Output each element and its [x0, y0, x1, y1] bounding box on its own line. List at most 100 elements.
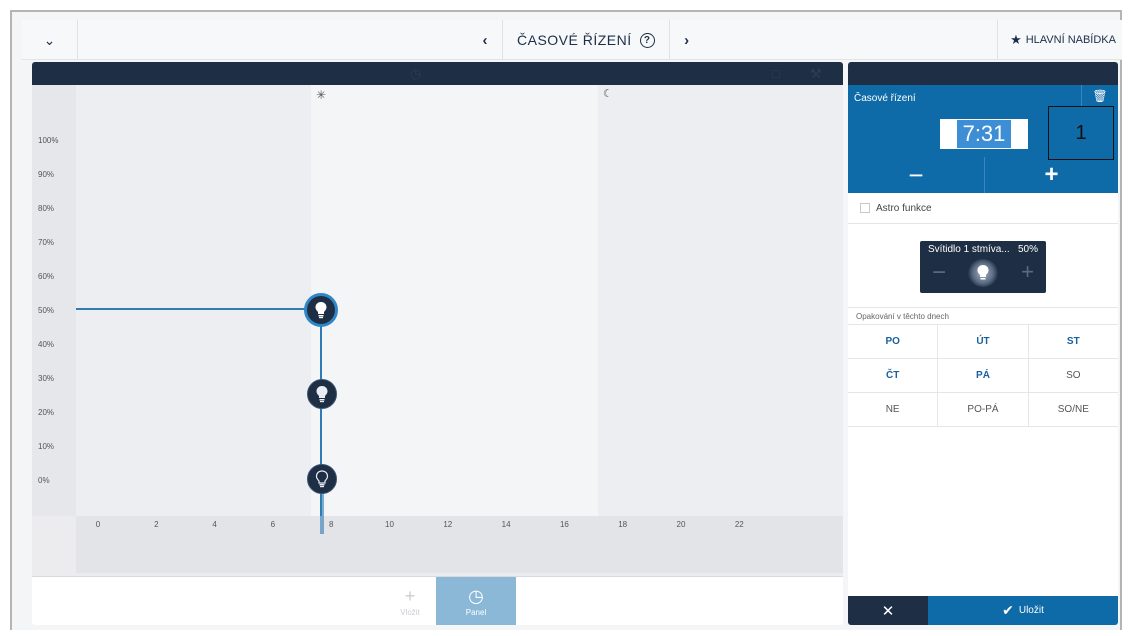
day-row: PO ÚT ST	[848, 325, 1118, 359]
chart-point[interactable]	[307, 379, 337, 409]
wrench-icon[interactable]: ⚒	[810, 66, 822, 82]
x-tick-label: 14	[501, 520, 511, 529]
schedule-chart-panel: ◷ □ ⚒ ✳ ☾ 10 0% 90% 80% 70% 60% 50% 40% 30% 20% 10…	[32, 62, 843, 625]
y-axis-column	[32, 85, 76, 516]
time-input[interactable]: 7:31	[940, 119, 1028, 149]
time-section: Časové řízení 🗑 7:31 1 − +	[848, 85, 1118, 193]
y-tick-label: 20%	[38, 408, 55, 417]
divider	[848, 307, 1118, 308]
x-axis-strip	[76, 516, 843, 573]
x-tick-label: 6	[270, 520, 276, 529]
astro-checkbox[interactable]	[860, 203, 870, 213]
save-button-label: Uložit	[1018, 605, 1044, 616]
timer-icon: ◷	[410, 66, 422, 81]
day-selector: PO ÚT ST ČT PÁ SO NE PO-PÁ SO/NE	[848, 324, 1118, 427]
prev-button[interactable]: ‹	[468, 20, 502, 60]
checkmark-icon: ✔	[1002, 602, 1014, 618]
x-tick-label: 4	[212, 520, 217, 529]
day-toggle[interactable]: PO	[848, 325, 939, 358]
chart-panel-footer: + Vložit ◷ Panel	[32, 576, 843, 625]
help-circle-icon[interactable]: ?	[639, 32, 655, 48]
dropdown-button[interactable]: ⌄	[22, 20, 78, 60]
time-increase-button[interactable]: +	[984, 157, 1118, 193]
y-tick-label: 10%	[38, 442, 55, 451]
sun-icon: ✳	[316, 88, 327, 102]
day-toggle[interactable]: NE	[848, 393, 939, 426]
annotation-number: 1	[1075, 121, 1087, 144]
chevron-down-icon: ⌄	[43, 31, 56, 48]
y-tick-label: 60%	[38, 272, 55, 281]
chart-point-selected[interactable]	[304, 293, 338, 327]
time-value: 7:31	[956, 120, 1012, 148]
y-tick-label: 80%	[38, 204, 55, 213]
x-tick-label: 0	[95, 520, 101, 529]
y-tick-label: 90%	[38, 170, 55, 179]
y-tick-label: 30%	[38, 374, 55, 383]
device-tile[interactable]: Svítidlo 1 stmíva... 50% − +	[920, 241, 1046, 293]
page-title: ČASOVÉ ŘÍZENÍ ?	[502, 20, 670, 60]
page-title-text: ČASOVÉ ŘÍZENÍ	[517, 32, 632, 48]
chart-point[interactable]	[307, 464, 337, 494]
main-menu-label: HLAVNÍ NABÍDKA	[1025, 34, 1116, 46]
time-control-editor: Časové řízení 🗑 7:31 1 − + Astro funkce …	[848, 62, 1118, 625]
annotation-marker: 1	[1048, 106, 1114, 160]
device-value: 50%	[1017, 244, 1038, 255]
day-toggle[interactable]: ČT	[848, 359, 939, 392]
panel-button-label: Panel	[465, 607, 487, 617]
x-tick-label: 16	[559, 520, 569, 529]
copy-icon[interactable]: □	[772, 66, 780, 81]
day-row: ČT PÁ SO	[848, 359, 1118, 393]
x-tick-label: 22	[734, 520, 744, 529]
chart-panel-header: ◷ □ ⚒	[32, 62, 843, 85]
day-row: NE PO-PÁ SO/NE	[848, 393, 1118, 427]
editor-header	[848, 62, 1118, 85]
lightbulb-icon	[315, 302, 327, 319]
y-tick-label: 0%	[38, 476, 50, 485]
chevron-left-icon: ‹	[482, 31, 488, 49]
cancel-button[interactable]: ✕	[848, 596, 928, 625]
x-tick-label: 18	[618, 520, 628, 529]
title-navigation: ‹ ČASOVÉ ŘÍZENÍ ? ›	[468, 20, 704, 60]
day-toggle[interactable]: PO-PÁ	[938, 393, 1029, 426]
y-tick-label: 50%	[38, 306, 55, 315]
time-decrease-button[interactable]: −	[848, 157, 984, 193]
day-toggle[interactable]: SO	[1029, 359, 1118, 392]
close-icon: ✕	[881, 602, 895, 620]
add-button-label: Vložit	[400, 607, 420, 617]
day-toggle[interactable]: ÚT	[938, 325, 1029, 358]
lightbulb-icon	[968, 259, 998, 287]
lightbulb-off-icon	[315, 470, 329, 488]
device-increase-button[interactable]: +	[1021, 259, 1034, 285]
next-button[interactable]: ›	[670, 20, 704, 60]
plus-icon: +	[1044, 161, 1059, 188]
series-line-horizontal	[76, 308, 320, 310]
lightbulb-icon	[316, 386, 328, 403]
panel-button[interactable]: ◷ Panel	[436, 577, 516, 625]
y-tick-label: 40%	[38, 340, 55, 349]
daylight-band	[311, 85, 598, 516]
astro-function-row[interactable]: Astro funkce	[848, 193, 1118, 224]
star-icon: ★	[1010, 32, 1022, 47]
day-toggle[interactable]: PÁ	[938, 359, 1029, 392]
trash-icon: 🗑	[1092, 89, 1108, 103]
day-toggle[interactable]: ST	[1029, 325, 1118, 358]
moon-icon: ☾	[603, 88, 613, 100]
minus-icon: −	[908, 159, 924, 190]
x-tick-label: 20	[676, 520, 686, 529]
device-decrease-button[interactable]: −	[932, 259, 946, 287]
chevron-right-icon: ›	[684, 31, 690, 49]
device-name: Svítidlo 1 stmíva...	[928, 244, 1010, 255]
save-button[interactable]: ✔ Uložit	[928, 596, 1118, 625]
x-tick-label: 12	[443, 520, 453, 529]
astro-label: Astro funkce	[876, 202, 932, 214]
add-button[interactable]: + Vložit	[384, 577, 436, 625]
x-tick-label: 2	[154, 520, 159, 529]
main-menu-button[interactable]: ★ HLAVNÍ NABÍDKA	[997, 20, 1122, 60]
timer-icon: ◷	[468, 585, 484, 606]
editor-footer: ✕ ✔ Uložit	[848, 596, 1118, 625]
x-tick-label: 10	[385, 520, 394, 529]
delete-button[interactable]: 🗑	[1081, 85, 1118, 107]
y-tick-label: 70%	[38, 238, 55, 247]
plus-icon: +	[404, 585, 416, 606]
day-toggle[interactable]: SO/NE	[1029, 393, 1118, 426]
